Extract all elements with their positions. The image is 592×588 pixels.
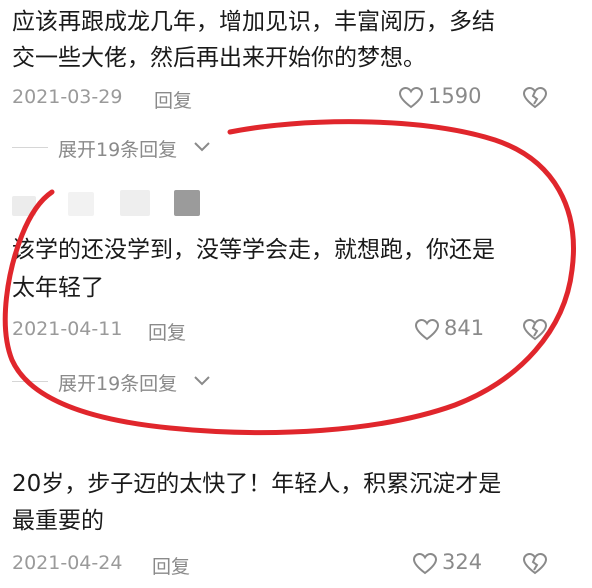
chevron-down-icon[interactable] [192,139,212,155]
comment-3-text-line-2: 最重要的 [12,508,104,534]
comment-3-date: 2021-04-24 [12,552,123,574]
comment-3-reply-button[interactable]: 回复 [152,552,190,579]
heart-outline-icon[interactable] [412,552,438,576]
broken-heart-icon[interactable] [522,552,548,576]
comment-1-expand-replies[interactable]: 展开19条回复 [58,135,177,162]
comment-2-date: 2021-04-11 [12,318,123,340]
comment-2-text-line-2: 太年轻了 [12,275,104,301]
blurred-username [174,190,200,216]
comment-3-like-count: 324 [442,550,483,574]
broken-heart-icon[interactable] [522,318,548,342]
comment-1-text-line-2: 交一些大佬，然后再出来开始你的梦想。 [12,45,426,71]
comment-2-reply-button[interactable]: 回复 [148,318,186,345]
comment-1-like-count: 1590 [428,84,482,108]
comment-1-reply-button[interactable]: 回复 [154,86,192,113]
blurred-avatar [12,196,36,216]
comment-2-like-count: 841 [444,316,485,340]
heart-outline-icon[interactable] [398,86,424,110]
blurred-username [120,190,150,216]
chevron-down-icon[interactable] [192,373,212,389]
heart-outline-icon[interactable] [414,318,440,342]
broken-heart-icon[interactable] [522,86,548,110]
comment-2-expand-replies[interactable]: 展开19条回复 [58,369,177,396]
comment-3-text-line-1: 20岁，步子迈的太快了！年轻人，积累沉淀才是 [12,471,502,497]
comment-1-date: 2021-03-29 [12,86,123,108]
comment-2-text-line-1: 该学的还没学到，没等学会走，就想跑，你还是 [12,237,495,263]
blurred-username [68,192,94,216]
comment-1-text-line-1: 应该再跟成龙几年，增加见识，丰富阅历，多结 [12,9,495,35]
divider-line [12,381,48,382]
divider-line [12,147,48,148]
